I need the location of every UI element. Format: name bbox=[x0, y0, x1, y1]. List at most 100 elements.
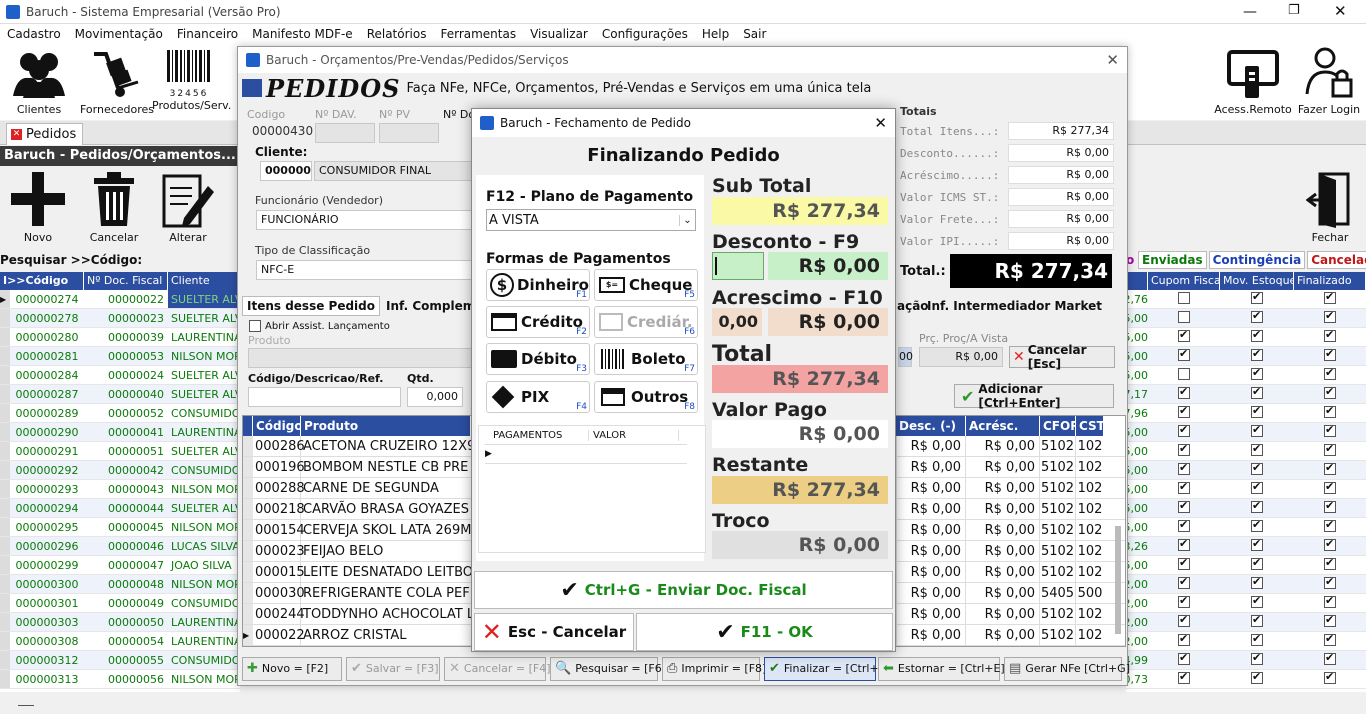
bottom-button-5[interactable]: ✔ Finalizar = [Ctrl+F] bbox=[764, 657, 889, 681]
pagamentos-empty-row[interactable]: ▶ bbox=[485, 444, 687, 464]
checkbox[interactable] bbox=[1324, 290, 1336, 304]
table-row[interactable]: 000000284 00000024 SUELTER ALV bbox=[0, 366, 240, 385]
novo-button[interactable]: Novo bbox=[8, 170, 68, 244]
npv-input[interactable] bbox=[379, 123, 439, 143]
table-row[interactable]: 5,00 bbox=[1126, 461, 1366, 480]
checkbox[interactable] bbox=[1178, 556, 1190, 570]
table-row[interactable]: 000000287 00000040 SUELTER ALV bbox=[0, 385, 240, 404]
fechar-button[interactable]: Fechar bbox=[1300, 170, 1360, 244]
checkbox[interactable] bbox=[1178, 404, 1190, 418]
checkbox[interactable] bbox=[1324, 651, 1336, 665]
pagamentos-grid[interactable]: PAGAMENTOS VALOR ▶ bbox=[478, 425, 706, 553]
desconto-value[interactable]: R$ 0,00 bbox=[768, 252, 888, 280]
tab-pedidos[interactable]: ✕ Pedidos bbox=[6, 123, 84, 145]
partial-input[interactable]: 00 bbox=[898, 347, 913, 367]
ok-button[interactable]: ✔ F11 - OK bbox=[636, 613, 893, 651]
table-row[interactable]: 000000303 00000050 LAURENTINA bbox=[0, 613, 240, 632]
checkbox[interactable] bbox=[1251, 309, 1263, 323]
checkbox[interactable] bbox=[1324, 537, 1336, 551]
table-row[interactable]: 000000295 00000045 NILSON MOR bbox=[0, 518, 240, 537]
table-row[interactable]: 5,00 bbox=[1126, 518, 1366, 537]
menu-item-8[interactable]: Help bbox=[702, 27, 729, 41]
checkbox[interactable] bbox=[1324, 670, 1336, 684]
acrescimo-pct[interactable]: 0,00 bbox=[712, 308, 762, 336]
acess-remoto-button[interactable]: Acess.Remoto bbox=[1214, 48, 1292, 116]
checkbox[interactable] bbox=[1178, 499, 1190, 513]
cliente-code-input[interactable]: 000000 bbox=[260, 161, 312, 181]
checkbox[interactable] bbox=[1251, 480, 1263, 494]
fazer-login-button[interactable]: Fazer Login bbox=[1296, 44, 1362, 116]
menu-item-9[interactable]: Sair bbox=[743, 27, 766, 41]
table-row[interactable]: 5,00 bbox=[1126, 442, 1366, 461]
checkbox[interactable] bbox=[1324, 499, 1336, 513]
crediario-button[interactable]: Crediár. F6 bbox=[594, 306, 698, 338]
credito-button[interactable]: Crédito F2 bbox=[486, 306, 590, 338]
produto-input[interactable] bbox=[248, 348, 474, 368]
table-row[interactable]: 000000280 00000039 LAURENTINA bbox=[0, 328, 240, 347]
checkbox[interactable] bbox=[1324, 613, 1336, 627]
abrir-assist-box[interactable] bbox=[249, 320, 261, 332]
prod-scrollbar[interactable] bbox=[1115, 526, 1121, 634]
table-row[interactable]: 000000308 00000054 LAURENTINA bbox=[0, 632, 240, 651]
checkbox[interactable] bbox=[1251, 499, 1263, 513]
table-row[interactable]: 5,00 bbox=[1126, 366, 1366, 385]
col-mov-estoque[interactable]: Mov. Estoque bbox=[1220, 272, 1294, 290]
tab-intermediador[interactable]: Inf. Intermediador Market bbox=[927, 299, 1102, 313]
valor-pago-value[interactable]: R$ 0,00 bbox=[712, 420, 888, 448]
boleto-button[interactable]: Boleto F7 bbox=[594, 343, 698, 375]
table-row[interactable]: ▶ 000000274 00000022 SUELTER ALV bbox=[0, 290, 240, 309]
checkbox[interactable] bbox=[1324, 442, 1336, 456]
checkbox[interactable] bbox=[1324, 632, 1336, 646]
debito-button[interactable]: Débito F3 bbox=[486, 343, 590, 375]
abrir-assist-checkbox[interactable]: Abrir Assist. Lançamento bbox=[249, 320, 390, 332]
filter-canceladas[interactable]: Canceladas bbox=[1307, 251, 1366, 269]
produtos-button[interactable]: 32456 Produtos/Serv. bbox=[152, 48, 231, 112]
table-row[interactable]: 2,00 bbox=[1126, 632, 1366, 651]
checkbox[interactable] bbox=[1178, 632, 1190, 646]
checkbox[interactable] bbox=[1178, 291, 1190, 304]
checkbox[interactable] bbox=[1178, 367, 1190, 380]
menu-item-1[interactable]: Movimentação bbox=[75, 27, 163, 41]
checkbox[interactable] bbox=[1251, 632, 1263, 646]
checkbox[interactable] bbox=[1251, 385, 1263, 399]
checkbox[interactable] bbox=[1178, 461, 1190, 475]
col-pagamentos[interactable]: PAGAMENTOS bbox=[485, 429, 589, 441]
col-cliente[interactable]: Cliente bbox=[168, 272, 240, 290]
cod-desc-input[interactable] bbox=[248, 387, 401, 407]
clientes-button[interactable]: Clientes bbox=[8, 48, 70, 116]
table-row[interactable]: 5,00 bbox=[1126, 556, 1366, 575]
checkbox[interactable] bbox=[1251, 442, 1263, 456]
checkbox[interactable] bbox=[1178, 537, 1190, 551]
plano-select[interactable]: A VISTA ⌄ bbox=[486, 209, 696, 231]
bottom-button-6[interactable]: ⬅ Estornar = [Ctrl+E] bbox=[878, 657, 1005, 681]
menu-item-4[interactable]: Relatórios bbox=[367, 27, 427, 41]
table-row[interactable]: 000000313 00000056 NILSON MOR bbox=[0, 670, 240, 689]
checkbox[interactable] bbox=[1178, 651, 1190, 665]
table-row[interactable]: 000000296 00000046 LUCAS SILVA bbox=[0, 537, 240, 556]
pedidos-grid[interactable]: I>>Código Nº Doc. Fiscal Cliente ▶ 000000… bbox=[0, 272, 240, 692]
dialog-close-icon[interactable]: ✕ bbox=[874, 109, 887, 137]
close-tab-icon[interactable]: ✕ bbox=[11, 129, 22, 140]
checkbox[interactable] bbox=[1251, 537, 1263, 551]
cheque-button[interactable]: $= Cheque F5 bbox=[594, 269, 698, 301]
pix-button[interactable]: PIX F4 bbox=[486, 381, 590, 413]
checkbox[interactable] bbox=[1178, 670, 1190, 684]
table-row[interactable]: 000000292 00000042 CONSUMIDO bbox=[0, 461, 240, 480]
fornecedores-button[interactable]: Fornecedores bbox=[80, 48, 154, 116]
checkbox[interactable] bbox=[1251, 518, 1263, 532]
checkbox[interactable] bbox=[1251, 575, 1263, 589]
menu-item-7[interactable]: Configurações bbox=[602, 27, 688, 41]
table-row[interactable]: 7,96 bbox=[1126, 404, 1366, 423]
table-row[interactable]: 5,00 bbox=[1126, 423, 1366, 442]
bottom-button-7[interactable]: ▤ Gerar NFe [Ctrl+G] bbox=[1004, 657, 1130, 681]
checkbox[interactable] bbox=[1251, 366, 1263, 380]
table-row[interactable]: 000000294 00000044 SUELTER ALV bbox=[0, 499, 240, 518]
menu-item-2[interactable]: Financeiro bbox=[177, 27, 238, 41]
adicionar-button[interactable]: ✔ Adicionar [Ctrl+Enter] bbox=[954, 382, 1114, 410]
cliente-name-input[interactable]: CONSUMIDOR FINAL bbox=[314, 161, 474, 181]
checkbox[interactable] bbox=[1178, 423, 1190, 437]
checkbox[interactable] bbox=[1178, 594, 1190, 608]
filter-enviadas[interactable]: Enviadas bbox=[1138, 251, 1207, 269]
col-prod-cst[interactable]: CST bbox=[1076, 416, 1105, 436]
checkbox[interactable] bbox=[1251, 328, 1263, 342]
